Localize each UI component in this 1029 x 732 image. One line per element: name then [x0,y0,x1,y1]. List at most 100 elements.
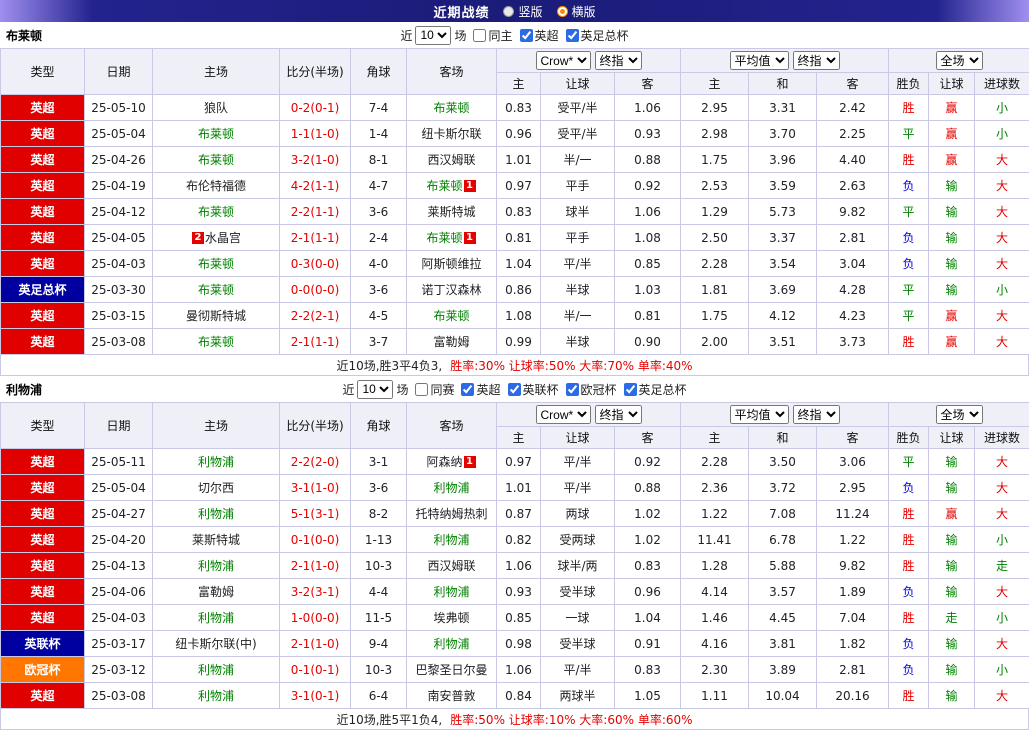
filter-checkbox[interactable]: 英超 [457,381,501,398]
odds-source-select[interactable]: 终指 [594,405,642,424]
match-row: 英超 25-03-08 利物浦 3-1(0-1) 6-4 南安普敦 0.84 两球半 1.05 1… [0,682,1029,709]
away-team: 诺丁汉森林 [406,276,497,303]
away-odds: 1.06 [614,94,681,121]
home-team-name: 利物浦 [197,559,234,573]
avg-draw-odds: 3.54 [748,250,817,277]
checkbox-input[interactable] [415,382,429,396]
checkbox-input[interactable] [519,28,533,42]
checkbox-input[interactable] [565,28,579,42]
avg-odds-select[interactable]: 平均值 [729,405,789,424]
avg-draw-odds: 3.59 [748,172,817,199]
match-date: 25-03-17 [84,630,153,657]
result-handicap: 输 [928,250,976,277]
match-row: 英足总杯 25-03-30 布莱顿 0-0(0-0) 3-6 诺丁汉森林 0.86 半球 1.0… [0,276,1029,303]
avg-odds-select[interactable]: 终指 [792,405,840,424]
match-score: 3-2(3-1) [279,578,351,605]
fulltime-select[interactable]: 全场 [935,51,983,70]
result-handicap: 输 [928,630,976,657]
away-team-name: 埃弗顿 [433,611,470,625]
column-header: 主场 [152,402,280,449]
avg-odds-select[interactable]: 终指 [792,51,840,70]
filter-checkbox[interactable]: 英足总杯 [620,381,687,398]
match-date: 25-04-03 [84,604,153,631]
filter-checkbox[interactable]: 英足总杯 [562,27,629,44]
avg-odds-select[interactable]: 平均值 [729,51,789,70]
league-type-badge: 英超 [0,146,85,173]
match-count-select[interactable]: 10 [415,25,452,45]
checkbox-input[interactable] [507,382,521,396]
red-card-badge: 2 [191,232,204,244]
result-handicap: 输 [928,448,976,475]
radio-unchecked-icon[interactable] [503,5,515,17]
odds-source-select[interactable]: 终指 [594,51,642,70]
match-score: 0-1(0-1) [279,656,351,683]
away-team-name: 托特纳姆热刺 [415,507,488,521]
match-score: 0-1(0-0) [279,526,351,553]
avg-draw-odds: 4.12 [748,302,817,329]
match-count-select[interactable]: 10 [357,379,394,399]
result-outcome: 胜 [888,526,930,553]
match-row: 英超 25-04-20 莱斯特城 0-1(0-0) 1-13 利物浦 0.82 受两球 1.02… [0,526,1029,553]
layout-horizontal-option[interactable]: 横版 [556,3,596,20]
home-team: 布莱顿 [152,120,280,147]
away-odds: 0.83 [614,552,681,579]
match-score: 3-1(0-1) [279,682,351,709]
match-score: 3-1(1-0) [279,474,351,501]
summary-rates: 胜率:30% 让球率:50% 大率:70% 单率:40% [450,358,693,373]
result-handicap: 走 [928,604,976,631]
avg-home-odds: 2.98 [680,120,749,147]
checkbox-input[interactable] [473,28,487,42]
away-team-name: 布莱顿 [433,101,470,115]
match-date: 25-05-04 [84,120,153,147]
checkbox-input[interactable] [623,382,637,396]
column-header: 比分(半场) [279,402,351,449]
home-team: 利物浦 [152,656,280,683]
away-team-name: 巴黎圣日尔曼 [415,663,488,677]
avg-draw-odds: 3.57 [748,578,817,605]
home-team-name: 纽卡斯尔联(中) [175,637,257,651]
avg-away-odds: 1.22 [815,526,890,553]
away-odds: 0.85 [614,250,681,277]
checkbox-label: 英足总杯 [580,28,629,43]
checkbox-label: 英联杯 [522,382,559,397]
filter-checkbox[interactable]: 欧冠杯 [562,381,617,398]
away-team: 布莱顿 [406,302,497,329]
checkbox-label: 英超 [534,28,559,43]
layout-vertical-option[interactable]: 竖版 [503,3,543,20]
result-goals: 小 [974,276,1029,303]
home-team: 利物浦 [152,682,280,709]
odds-source-select[interactable]: Crow* [535,405,591,424]
away-odds: 0.90 [614,328,681,355]
checkbox-input[interactable] [461,382,475,396]
handicap-line: 平/半 [540,474,615,501]
match-date: 25-03-15 [84,302,153,329]
checkbox-input[interactable] [565,382,579,396]
avg-away-odds: 4.23 [815,302,890,329]
result-goals: 大 [974,578,1029,605]
match-date: 25-04-12 [84,198,153,225]
home-team-name: 利物浦 [197,455,234,469]
radio-checked-icon[interactable] [556,5,568,17]
filter-checkbox[interactable]: 英联杯 [504,381,559,398]
odds-source-select[interactable]: Crow* [535,51,591,70]
fulltime-select[interactable]: 全场 [935,405,983,424]
team-sections-container: 布莱顿近 10 场同主 英超 英足总杯 类型 日期 主场 比分(半场) 角球 客场 Crow* 终指 平均… [0,22,1029,730]
away-team: 富勒姆 [406,328,497,355]
column-header: 比分(半场) [279,48,351,95]
match-score: 4-2(1-1) [279,172,351,199]
home-team: 利物浦 [152,552,280,579]
match-date: 25-05-11 [84,448,153,475]
handicap-line: 半/一 [540,146,615,173]
filter-checkbox[interactable]: 同赛 [411,381,454,398]
page-title: 近期战绩 [433,5,490,21]
avg-home-odds: 4.14 [680,578,749,605]
result-outcome: 平 [888,302,930,329]
match-row: 英超 25-04-05 2 水晶宫 2-1(1-1) 2-4 布莱顿 1 0.81 平手 1.08 2… [0,224,1029,251]
match-row: 英超 25-04-26 布莱顿 3-2(1-0) 8-1 西汉姆联 1.01 半/一 0.88 1… [0,146,1029,173]
avg-away-odds: 4.40 [815,146,890,173]
filter-checkbox[interactable]: 英超 [516,27,559,44]
filter-checkbox[interactable]: 同主 [469,27,513,44]
result-outcome: 平 [888,198,930,225]
league-type-badge: 英超 [0,448,85,475]
checkbox-label: 同赛 [430,382,455,397]
